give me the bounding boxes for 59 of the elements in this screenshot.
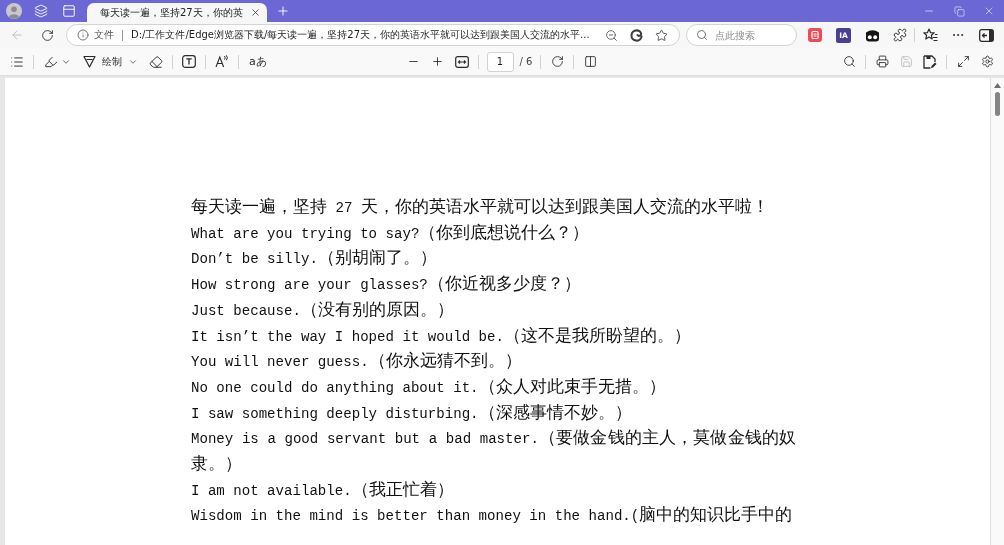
paragraph: 每天读一遍，坚持 27 天，你的英语水平就可以达到跟美国人交流的水平啦！ bbox=[191, 196, 770, 218]
paragraph: Don’t be silly.（别胡闹了。） bbox=[191, 247, 438, 270]
puzzle-icon bbox=[893, 28, 907, 42]
scroll-up-arrow-icon[interactable] bbox=[994, 83, 1001, 88]
extension-icon bbox=[808, 28, 822, 42]
scrollbar-thumb[interactable] bbox=[995, 92, 1000, 116]
fit-width-icon bbox=[454, 55, 469, 68]
paragraph: Wisdom in the mind is better than money in the hand.(脑中的知识比手中的 bbox=[191, 504, 794, 527]
text-box-icon bbox=[182, 55, 196, 68]
url-text: D:/工作文件/Edge浏览器下载/每天读一遍，坚持27天，你的英语水平就可以达到跟美国人交流的水平... bbox=[131, 28, 591, 42]
paragraph: What are you trying to say?（你到底想说什么？） bbox=[191, 221, 591, 244]
favorites-icon bbox=[922, 28, 938, 42]
back-arrow-icon bbox=[10, 28, 24, 42]
restore-icon bbox=[953, 5, 965, 17]
panel-icon bbox=[62, 4, 76, 18]
draw-button[interactable]: 绘制 bbox=[77, 50, 144, 73]
expand-icon bbox=[956, 55, 970, 68]
avatar-icon bbox=[6, 3, 22, 19]
paragraph: I am not available.（我正忙着） bbox=[191, 478, 455, 501]
page-number-field[interactable]: 1 bbox=[486, 51, 514, 72]
page-count: / 6 bbox=[519, 56, 533, 67]
read-aloud-icon bbox=[215, 55, 229, 68]
browser-tab[interactable]: 每天读一遍，坚持27天，你的英 bbox=[87, 3, 267, 22]
paragraph: Money is a good servant but a bad master.（要做金钱的主人，莫做金钱的奴隶。） bbox=[191, 427, 796, 476]
printer-icon bbox=[875, 55, 889, 68]
layers-icon bbox=[34, 4, 48, 18]
two-column-icon bbox=[583, 55, 597, 68]
plus-icon bbox=[431, 55, 445, 68]
sidebar-icon bbox=[978, 28, 994, 42]
list-icon bbox=[10, 54, 24, 69]
paragraph: How strong are your glasses?（你近视多少度？） bbox=[191, 273, 582, 296]
swirl-icon bbox=[629, 28, 643, 42]
paragraph: No one could do anything about it.（众人对此束手无措。） bbox=[191, 375, 667, 398]
rotate-icon bbox=[550, 55, 564, 68]
star-icon bbox=[654, 28, 668, 42]
save-icon bbox=[899, 55, 913, 68]
close-icon bbox=[250, 7, 262, 18]
plus-icon bbox=[276, 4, 290, 18]
scheme-label: 文件 bbox=[94, 28, 114, 42]
paragraph: I saw something deeply disturbing.（深感事情不妙。） bbox=[191, 401, 633, 424]
pen-icon bbox=[83, 55, 96, 68]
tab-title: 每天读一遍，坚持27天，你的英 bbox=[100, 6, 243, 19]
search-icon bbox=[696, 29, 708, 41]
highlighter-icon bbox=[44, 54, 58, 69]
search-field[interactable]: 点此搜索 bbox=[686, 24, 797, 46]
zoom-out-icon bbox=[604, 28, 618, 42]
address-field[interactable]: 文件 D:/工作文件/Edge浏览器下载/每天读一遍，坚持27天，你的英语水平就可以达到跟美国人交流的水平... bbox=[66, 24, 680, 46]
mask-icon bbox=[864, 28, 880, 42]
save-pen-icon bbox=[923, 54, 937, 69]
eraser-icon bbox=[149, 54, 163, 69]
paragraph: Just because.（没有别的原因。） bbox=[191, 298, 455, 321]
search-icon bbox=[842, 55, 856, 68]
info-icon bbox=[77, 29, 89, 41]
paragraph: It isn’t the way I hoped it would be.（这不是我所盼望的。） bbox=[191, 324, 692, 347]
settings-icon bbox=[980, 55, 994, 68]
paragraph: You will never guess.（你永远猜不到。） bbox=[191, 350, 523, 373]
close-icon bbox=[983, 5, 995, 17]
refresh-icon bbox=[40, 28, 54, 42]
translate-button[interactable]: aあ bbox=[243, 50, 273, 73]
